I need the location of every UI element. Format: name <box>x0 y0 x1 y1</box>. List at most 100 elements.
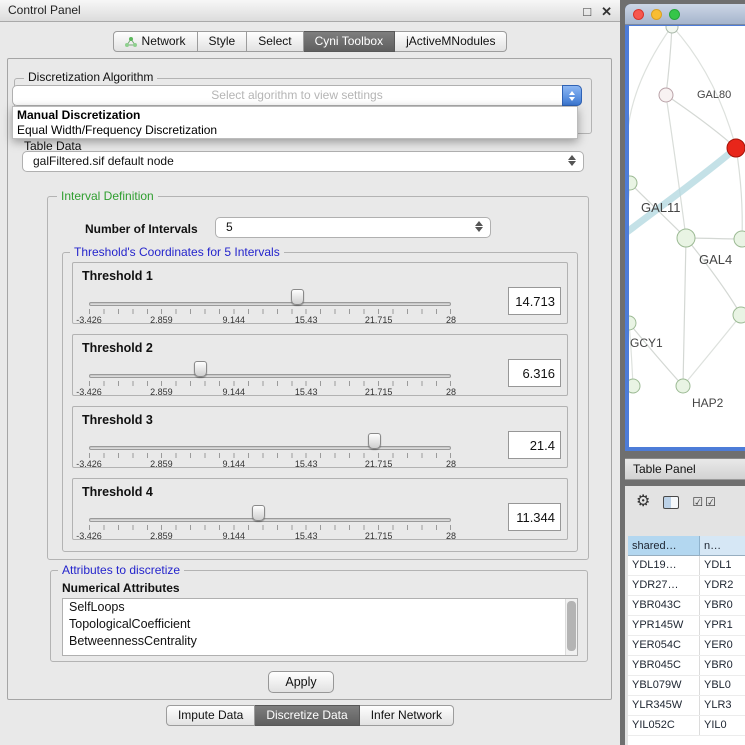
network-edge[interactable] <box>666 95 736 148</box>
network-edge[interactable] <box>629 183 630 323</box>
network-edge[interactable] <box>683 315 741 386</box>
table-cell: YBL0 <box>700 676 745 695</box>
slider-track[interactable] <box>89 374 451 378</box>
threshold-3-slider[interactable]: -3.4262.8599.14415.4321.71528 <box>89 431 451 469</box>
number-of-intervals-combobox[interactable]: 5 <box>215 217 491 238</box>
table-row[interactable]: YLR345WYLR3 <box>628 696 745 716</box>
scale-label: 28 <box>446 531 456 541</box>
network-node[interactable] <box>733 307 745 323</box>
network-node[interactable] <box>727 139 745 157</box>
slider-thumb[interactable] <box>194 361 207 377</box>
float-icon[interactable]: □ <box>583 1 591 22</box>
node-label: GAL11 <box>641 200 681 215</box>
network-edge[interactable] <box>629 323 683 386</box>
window-titlebar[interactable]: Control Panel □ ✕ <box>0 0 620 22</box>
network-edge[interactable] <box>686 238 741 315</box>
table-data-combobox[interactable]: galFiltered.sif default node <box>22 151 584 172</box>
columns-icon[interactable] <box>663 496 679 509</box>
network-edge[interactable] <box>666 95 686 238</box>
network-edge[interactable] <box>666 26 672 95</box>
slider-thumb[interactable] <box>368 433 381 449</box>
tab-network[interactable]: Network <box>113 31 198 52</box>
list-item[interactable]: SelfLoops <box>63 599 577 616</box>
network-edge[interactable] <box>672 26 736 148</box>
column-header-shared-name[interactable]: shared… <box>628 536 700 556</box>
threshold-4-value-field[interactable] <box>508 503 561 531</box>
network-node[interactable] <box>629 379 640 393</box>
scale-label: 15.43 <box>295 459 318 469</box>
network-node[interactable] <box>659 88 673 102</box>
table-cell: YPR1 <box>700 616 745 635</box>
network-edge[interactable] <box>629 323 633 386</box>
mac-close-icon[interactable] <box>633 9 644 20</box>
tab-impute-data[interactable]: Impute Data <box>166 705 255 726</box>
table-row[interactable]: YIL052CYIL0 <box>628 716 745 736</box>
table-row[interactable]: YDL19…YDL1 <box>628 556 745 576</box>
tab-discretize-data[interactable]: Discretize Data <box>255 705 359 726</box>
chevron-updown-icon <box>475 221 483 232</box>
threshold-3-value-field[interactable] <box>508 431 561 459</box>
network-window-titlebar[interactable] <box>625 4 745 25</box>
slider-thumb[interactable] <box>252 505 265 521</box>
table-toolbar: ⚙ ☑☑ <box>625 486 745 518</box>
algorithm-option-equal-width[interactable]: Equal Width/Frequency Discretization <box>13 123 577 138</box>
table-cell: YLR345W <box>628 696 700 715</box>
scrollbar-thumb[interactable] <box>567 601 576 651</box>
mac-minimize-icon[interactable] <box>651 9 662 20</box>
slider-ticks <box>89 381 451 386</box>
tab-cyni-toolbox[interactable]: Cyni Toolbox <box>304 31 395 52</box>
table-row[interactable]: YPR145WYPR1 <box>628 616 745 636</box>
table-panel-header[interactable]: Table Panel <box>625 458 745 480</box>
network-node[interactable] <box>629 316 636 330</box>
network-node[interactable] <box>666 26 678 33</box>
network-view-window: GAL80GAL11GAL4GCY1HAP2 <box>625 4 745 451</box>
table-row[interactable]: YER054CYER0 <box>628 636 745 656</box>
slider-track[interactable] <box>89 446 451 450</box>
mac-zoom-icon[interactable] <box>669 9 680 20</box>
tab-label: Style <box>209 32 236 51</box>
algorithm-option-manual[interactable]: Manual Discretization <box>13 108 577 123</box>
scale-label: -3.426 <box>76 315 102 325</box>
network-canvas[interactable]: GAL80GAL11GAL4GCY1HAP2 <box>629 26 745 447</box>
scale-label: 2.859 <box>150 387 173 397</box>
gear-icon[interactable]: ⚙ <box>636 494 650 510</box>
combo-stepper-icon[interactable] <box>562 85 582 106</box>
network-edge[interactable] <box>736 148 742 239</box>
threshold-2-slider[interactable]: -3.4262.8599.14415.4321.71528 <box>89 359 451 397</box>
table-row[interactable]: YBL079WYBL0 <box>628 676 745 696</box>
network-edge[interactable] <box>683 238 686 386</box>
column-header-name[interactable]: n… <box>700 536 745 556</box>
list-item[interactable]: BetweennessCentrality <box>63 633 577 650</box>
slider-track[interactable] <box>89 518 451 522</box>
tab-infer-network[interactable]: Infer Network <box>360 705 454 726</box>
table-cell: YDR2 <box>700 576 745 595</box>
list-item[interactable]: TopologicalCoefficient <box>63 616 577 633</box>
network-node[interactable] <box>677 229 695 247</box>
apply-button[interactable]: Apply <box>268 671 334 693</box>
network-edge[interactable] <box>629 148 736 232</box>
network-node[interactable] <box>734 231 745 247</box>
tab-select[interactable]: Select <box>247 31 303 52</box>
tab-jactivemnodules[interactable]: jActiveMNodules <box>395 31 507 52</box>
threshold-2-value-field[interactable] <box>508 359 561 387</box>
threshold-4-slider[interactable]: -3.4262.8599.14415.4321.71528 <box>89 503 451 541</box>
network-node[interactable] <box>676 379 690 393</box>
threshold-1-slider[interactable]: -3.4262.8599.14415.4321.71528 <box>89 287 451 325</box>
network-node[interactable] <box>629 176 637 190</box>
table-row[interactable]: YBR045CYBR0 <box>628 656 745 676</box>
slider-thumb[interactable] <box>291 289 304 305</box>
list-scrollbar[interactable] <box>565 599 577 655</box>
numerical-attributes-list[interactable]: SelfLoops TopologicalCoefficient Between… <box>62 598 578 656</box>
network-icon <box>125 36 137 48</box>
tab-label: Cyni Toolbox <box>315 32 383 51</box>
algorithm-combobox[interactable]: Select algorithm to view settings <box>12 85 582 106</box>
checkbox-icons[interactable]: ☑☑ <box>692 495 718 509</box>
table-row[interactable]: YBR043CYBR0 <box>628 596 745 616</box>
scale-label: -3.426 <box>76 459 102 469</box>
threshold-1-value-field[interactable] <box>508 287 561 315</box>
close-icon[interactable]: ✕ <box>601 1 612 22</box>
table-row[interactable]: YDR27…YDR2 <box>628 576 745 596</box>
slider-track[interactable] <box>89 302 451 306</box>
network-edge[interactable] <box>629 26 672 183</box>
tab-style[interactable]: Style <box>198 31 248 52</box>
